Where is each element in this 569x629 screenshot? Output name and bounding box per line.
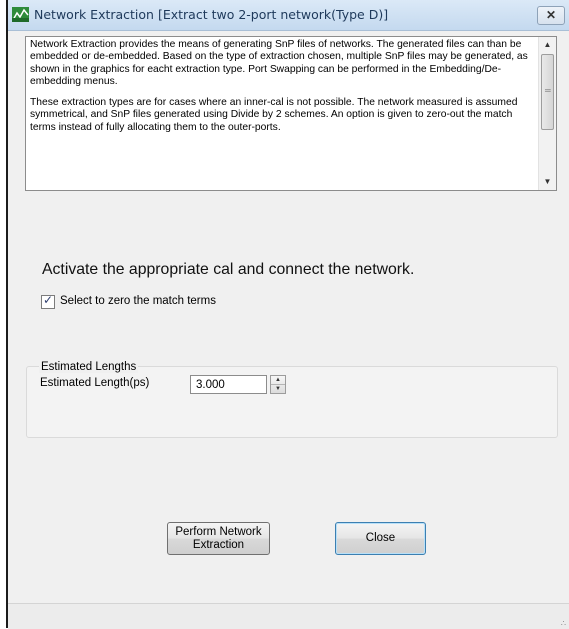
- close-icon[interactable]: ✕: [537, 6, 565, 25]
- description-text: Network Extraction provides the means of…: [30, 39, 534, 143]
- close-button[interactable]: Close: [335, 522, 426, 555]
- zero-match-checkbox[interactable]: ✓: [41, 293, 55, 309]
- zero-match-label[interactable]: Select to zero the match terms: [60, 295, 216, 307]
- scroll-up-arrow-icon[interactable]: ▲: [539, 37, 556, 53]
- spin-down-arrow-icon[interactable]: ▼: [271, 385, 285, 393]
- resize-grip-icon[interactable]: ∴: [561, 620, 566, 628]
- description-paragraph-2: These extraction types are for cases whe…: [30, 97, 518, 133]
- network-extraction-icon: [12, 7, 29, 22]
- spin-up-arrow-icon[interactable]: ▲: [271, 376, 285, 385]
- description-textbox[interactable]: Network Extraction provides the means of…: [25, 36, 557, 191]
- estimated-length-label: Estimated Length(ps): [40, 377, 150, 389]
- description-scrollbar[interactable]: ▲ ═ ▼: [538, 37, 556, 190]
- title-bar[interactable]: Network Extraction [Extract two 2-port n…: [8, 0, 569, 31]
- estimated-length-input[interactable]: 3.000: [190, 375, 267, 394]
- scroll-down-arrow-icon[interactable]: ▼: [539, 174, 556, 190]
- instruction-text: Activate the appropriate cal and connect…: [42, 261, 415, 278]
- network-extraction-dialog: Network Extraction [Extract two 2-port n…: [8, 0, 569, 629]
- scrollbar-grip-icon: ═: [545, 86, 551, 95]
- perform-network-extraction-button[interactable]: Perform Network Extraction: [167, 522, 270, 555]
- estimated-lengths-title: Estimated Lengths: [39, 361, 139, 373]
- window-title: Network Extraction [Extract two 2-port n…: [34, 7, 389, 22]
- status-bar: ∴: [8, 603, 569, 629]
- estimated-length-spinner[interactable]: ▲ ▼: [270, 375, 286, 394]
- description-paragraph-1: Network Extraction provides the means of…: [30, 39, 528, 87]
- checkmark-icon: ✓: [43, 293, 54, 307]
- scrollbar-thumb[interactable]: ═: [541, 54, 554, 130]
